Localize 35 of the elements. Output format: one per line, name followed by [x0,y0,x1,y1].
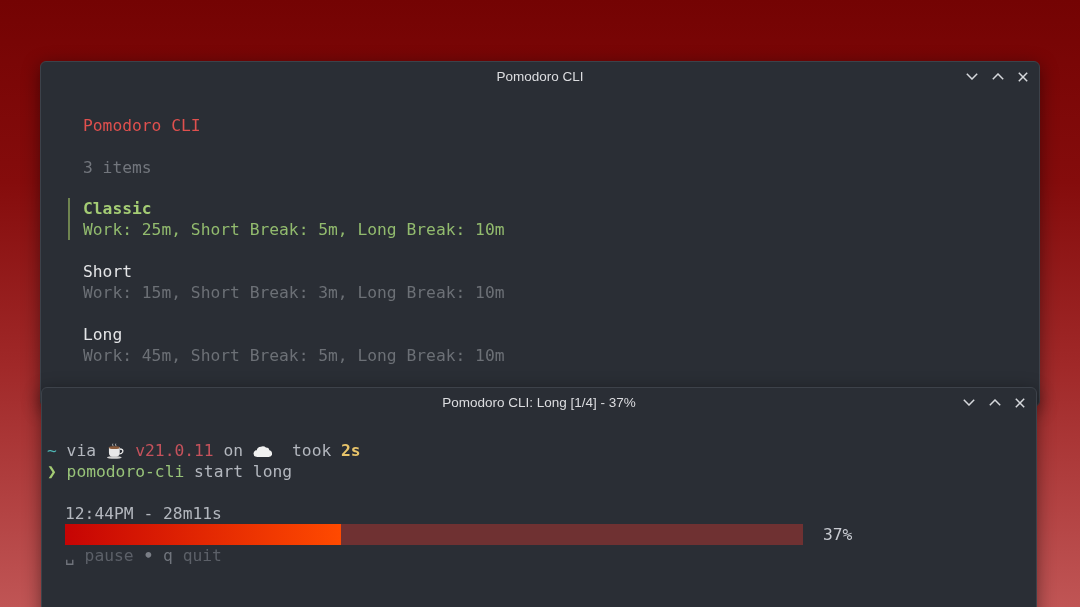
timer-text: 12:44PM - 28m11s [65,503,222,524]
prompt-directory: ~ [47,440,57,461]
prompt-text: via [66,440,97,461]
command-name: pomodoro-cli [66,461,185,482]
help-separator: • [143,545,154,566]
coffee-cup-icon [105,442,126,459]
chevron-down-icon[interactable] [963,399,975,406]
progress-percent: 37% [823,524,853,545]
app-heading: Pomodoro CLI [83,115,201,136]
duration-label: 2s [341,440,361,461]
prompt-symbol: ❯ [47,461,57,482]
chevron-up-icon[interactable] [989,399,1001,406]
preset-description: Work: 45m, Short Break: 5m, Long Break: 10m [83,345,505,366]
shortcut-key: q [163,545,173,566]
close-icon[interactable] [1015,397,1025,408]
window-title: Pomodoro CLI [496,69,584,84]
preset-description: Work: 25m, Short Break: 5m, Long Break: 10m [83,219,505,240]
preset-item[interactable]: Short Work: 15m, Short Break: 3m, Long Break: 10m [68,261,505,303]
prompt-text: on [223,440,244,461]
prompt-text: took [292,440,332,461]
version-label: v21.0.11 [135,440,214,461]
cloud-icon [252,444,273,457]
close-icon[interactable] [1018,71,1028,82]
chevron-down-icon[interactable] [966,73,978,80]
preset-name: Long [83,324,124,345]
shortcut-key: ␣ [65,545,75,566]
preset-description: Work: 15m, Short Break: 3m, Long Break: 10m [83,282,505,303]
window-title: Pomodoro CLI: Long [1/4] - 37% [442,395,636,410]
preset-name: Short [83,261,133,282]
preset-item[interactable]: Classic Work: 25m, Short Break: 5m, Long Break: 10m [68,198,505,240]
preset-item[interactable]: Long Work: 45m, Short Break: 5m, Long Break: 10m [68,324,505,366]
preset-name: Classic [83,198,153,219]
chevron-up-icon[interactable] [992,73,1004,80]
item-count: 3 items [83,157,152,178]
command-args: start long [194,461,293,482]
